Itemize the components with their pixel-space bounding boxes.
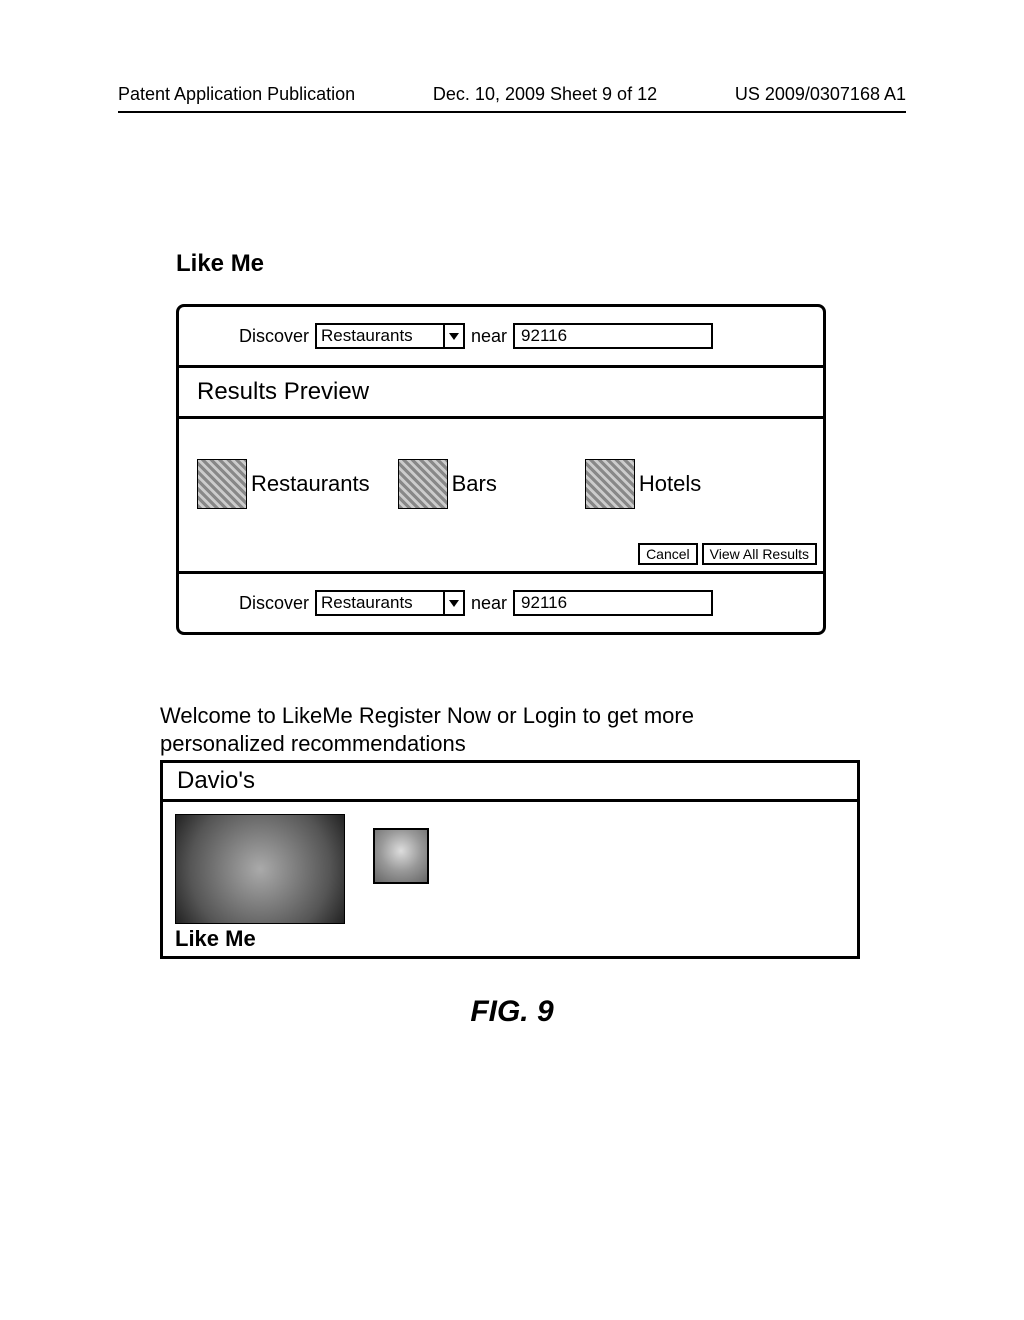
near-label: near <box>471 326 507 347</box>
discover-label: Discover <box>239 326 309 347</box>
search-bar-bottom: Discover Restaurants near 92116 <box>179 574 823 632</box>
category-value: Restaurants <box>321 326 413 346</box>
action-row: Cancel View All Results <box>179 539 823 571</box>
location-input[interactable]: 92116 <box>513 590 713 616</box>
location-value: 92116 <box>521 593 567 613</box>
like-me-label: Like Me <box>163 926 857 956</box>
category-restaurants[interactable]: Restaurants <box>197 459 370 509</box>
welcome-text: Welcome to LikeMe Register Now or Login … <box>160 702 820 757</box>
category-select[interactable]: Restaurants <box>315 323 465 349</box>
near-label: near <box>471 593 507 614</box>
result-body <box>163 802 857 926</box>
result-photo-icon <box>175 814 345 924</box>
category-label: Restaurants <box>251 471 370 497</box>
patent-header: Patent Application Publication Dec. 10, … <box>118 84 906 113</box>
result-name: Davio's <box>163 763 857 802</box>
app-title: Like Me <box>176 250 264 278</box>
figure-caption: FIG. 9 <box>0 995 1024 1029</box>
category-hotels[interactable]: Hotels <box>585 459 701 509</box>
category-row: Restaurants Bars Hotels <box>179 419 823 539</box>
header-right: US 2009/0307168 A1 <box>735 84 906 105</box>
cancel-button[interactable]: Cancel <box>638 543 698 565</box>
results-heading: Results Preview <box>179 368 823 416</box>
restaurant-thumb-icon <box>197 459 247 509</box>
header-center: Dec. 10, 2009 Sheet 9 of 12 <box>433 84 657 105</box>
search-bar-top: Discover Restaurants near 92116 <box>179 307 823 365</box>
discover-label: Discover <box>239 593 309 614</box>
category-label: Bars <box>452 471 497 497</box>
location-value: 92116 <box>521 326 567 346</box>
chevron-down-icon[interactable] <box>443 324 463 348</box>
main-panel: Discover Restaurants near 92116 Results … <box>176 304 826 635</box>
category-label: Hotels <box>639 471 701 497</box>
category-bars[interactable]: Bars <box>398 459 497 509</box>
category-select[interactable]: Restaurants <box>315 590 465 616</box>
chevron-down-icon[interactable] <box>443 591 463 615</box>
location-input[interactable]: 92116 <box>513 323 713 349</box>
category-value: Restaurants <box>321 593 413 613</box>
hotels-thumb-icon <box>585 459 635 509</box>
header-left: Patent Application Publication <box>118 84 355 105</box>
bars-thumb-icon <box>398 459 448 509</box>
avatar-icon <box>373 828 429 884</box>
result-card: Davio's Like Me <box>160 760 860 959</box>
view-all-button[interactable]: View All Results <box>702 543 817 565</box>
